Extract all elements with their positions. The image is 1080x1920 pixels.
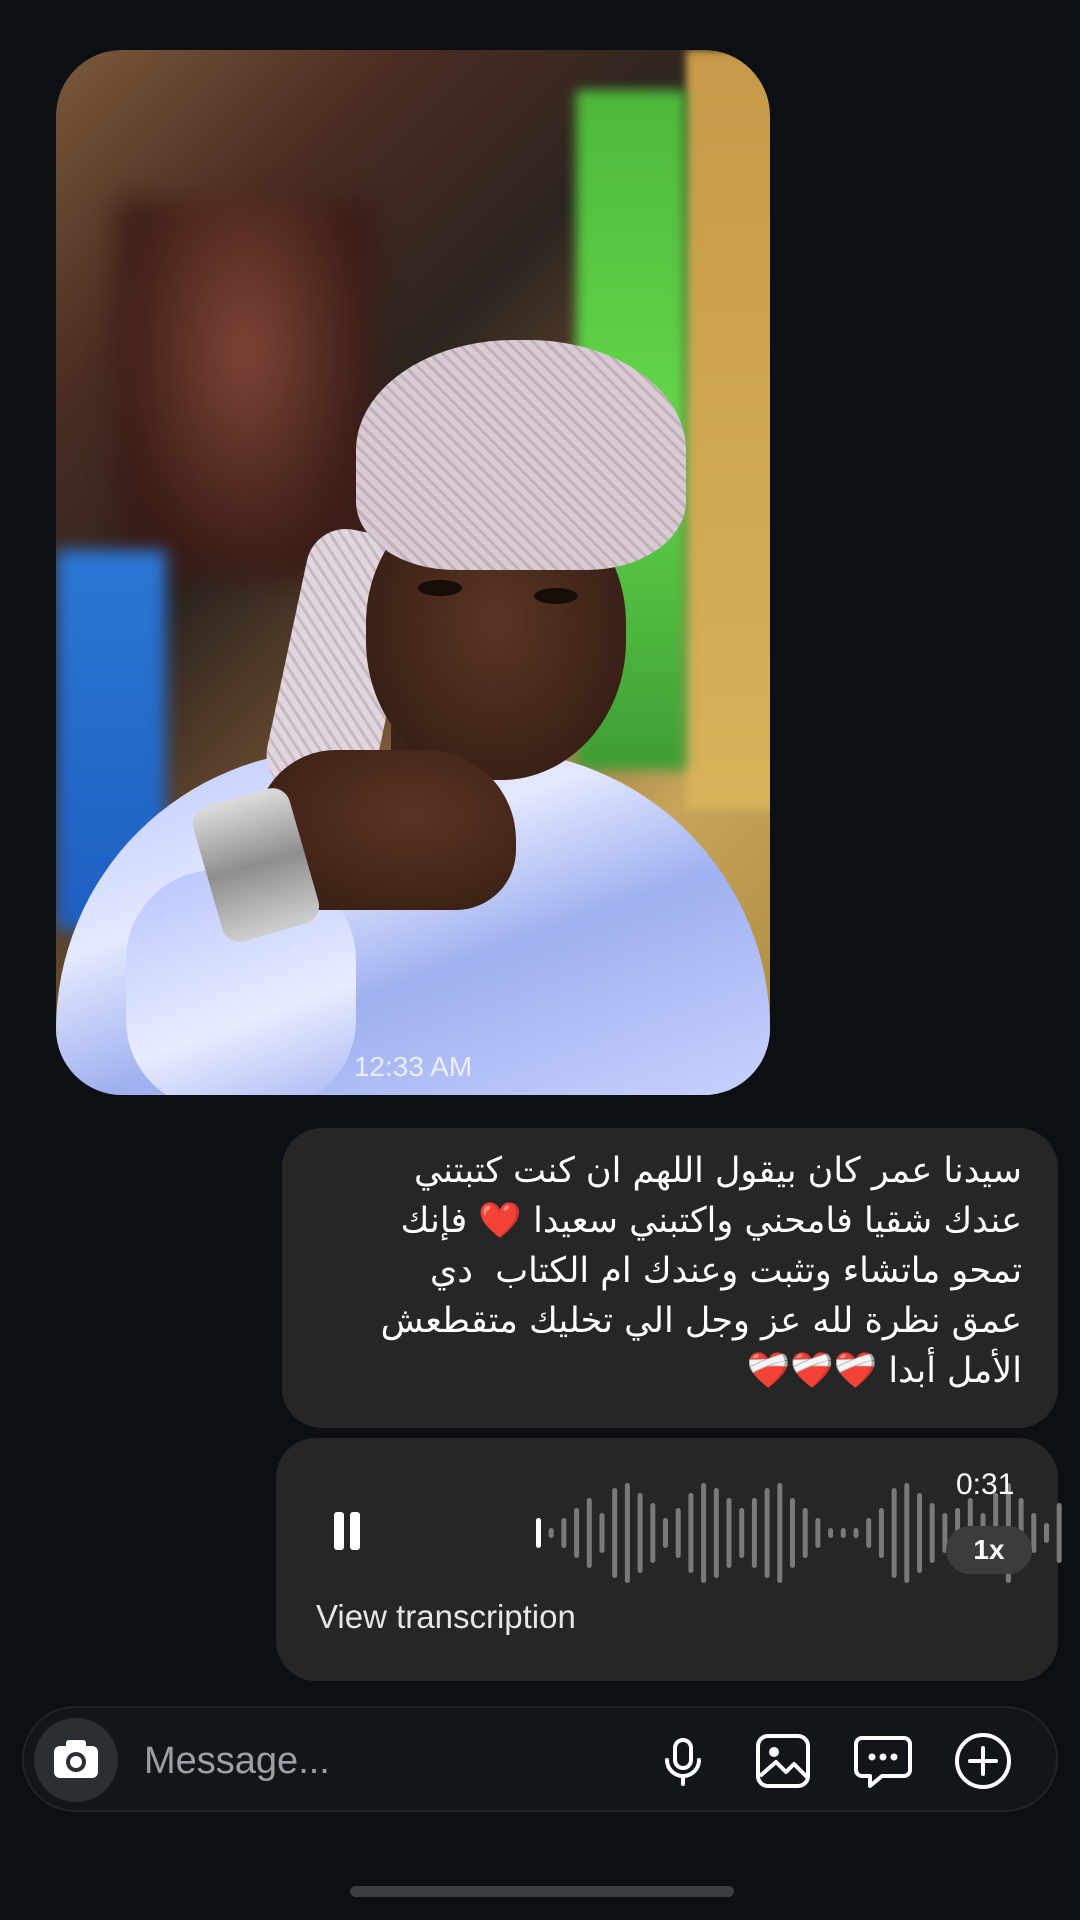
message-input[interactable] [142, 1730, 626, 1792]
waveform-bar [624, 1483, 630, 1583]
waveform-bar [561, 1518, 567, 1548]
message-composer [22, 1706, 1058, 1812]
photo-background-yellow [686, 50, 770, 810]
waveform-bar [612, 1488, 618, 1578]
waveform-bar [726, 1498, 732, 1568]
waveform-bar [917, 1493, 922, 1573]
home-indicator[interactable] [350, 1886, 734, 1897]
plus-icon[interactable] [952, 1730, 1014, 1792]
waveform-bar [663, 1518, 668, 1548]
waveform-bar [904, 1483, 910, 1583]
text-message-bubble[interactable]: سيدنا عمر كان بيقول اللهم ان كنت كتبتني … [282, 1128, 1058, 1428]
chat-screen: 12:33 AM سيدنا عمر كان بيقول اللهم ان كن… [0, 0, 1080, 1920]
waveform-bar [891, 1488, 897, 1578]
waveform-bar [764, 1488, 770, 1578]
photo-person-eye-left [418, 580, 462, 596]
waveform-bar [815, 1518, 821, 1548]
text-message-line: سيدنا عمر كان بيقول اللهم ان كنت كتبتني [413, 1151, 1022, 1191]
voice-duration: 0:31 [956, 1468, 1015, 1501]
waveform-bar [536, 1518, 541, 1548]
photo-background-dark [116, 200, 376, 580]
waveform-bar [802, 1508, 808, 1558]
waveform-bar [866, 1518, 872, 1548]
waveform-bar [878, 1508, 884, 1558]
camera-icon [54, 1740, 98, 1778]
waveform-bar [739, 1508, 745, 1558]
camera-button[interactable] [34, 1718, 118, 1802]
microphone-icon[interactable] [652, 1730, 714, 1792]
waveform-bar [637, 1493, 643, 1573]
photo-person-eye-right [534, 588, 578, 604]
waveform-bar [574, 1508, 580, 1558]
waveform-bar [929, 1503, 935, 1563]
gallery-icon[interactable] [752, 1730, 814, 1792]
waveform-bar [548, 1528, 554, 1538]
waveform-bar [1056, 1503, 1062, 1563]
photo-message[interactable]: 12:33 AM [56, 50, 770, 1095]
waveform-bar [713, 1488, 719, 1578]
waveform-bar [675, 1508, 681, 1558]
waveform-bar [777, 1483, 783, 1583]
playback-speed-button[interactable]: 1x [946, 1526, 1032, 1574]
waveform-bar [751, 1498, 757, 1568]
waveform-bar [790, 1498, 795, 1568]
waveform-bar [650, 1503, 656, 1563]
waveform-bar [688, 1493, 694, 1573]
waveform-bar [853, 1528, 859, 1538]
waveform-bar [1044, 1523, 1049, 1543]
photo-person-cap [356, 340, 686, 570]
text-message-line: عندك شقيا فامحني واكتبني سعيدا ❤️ فإنك [400, 1201, 1022, 1241]
text-message-line: تمحو ماتشاء وتثبت وعندك ام الكتاب دي [430, 1251, 1022, 1291]
waveform-bar [828, 1528, 834, 1538]
voice-message-bubble[interactable]: 0:31 1x View transcription [276, 1438, 1062, 1681]
pause-icon[interactable] [314, 1500, 374, 1560]
view-transcription-link[interactable]: View transcription [316, 1598, 576, 1636]
waveform-bar [599, 1513, 605, 1553]
waveform-bar [1031, 1513, 1037, 1553]
waveform-bar [701, 1483, 707, 1583]
chat-bubble-icon[interactable] [852, 1730, 914, 1792]
text-message-line: الأمل أبدا ❤️‍🩹❤️‍🩹❤️‍🩹 [746, 1351, 1023, 1391]
text-message-line: عمق نظرة لله عز وجل الي تخليك متقطعش [380, 1301, 1022, 1341]
waveform-bar [840, 1528, 846, 1538]
waveform-bar [586, 1498, 592, 1568]
photo-timestamp: 12:33 AM [353, 1051, 473, 1082]
